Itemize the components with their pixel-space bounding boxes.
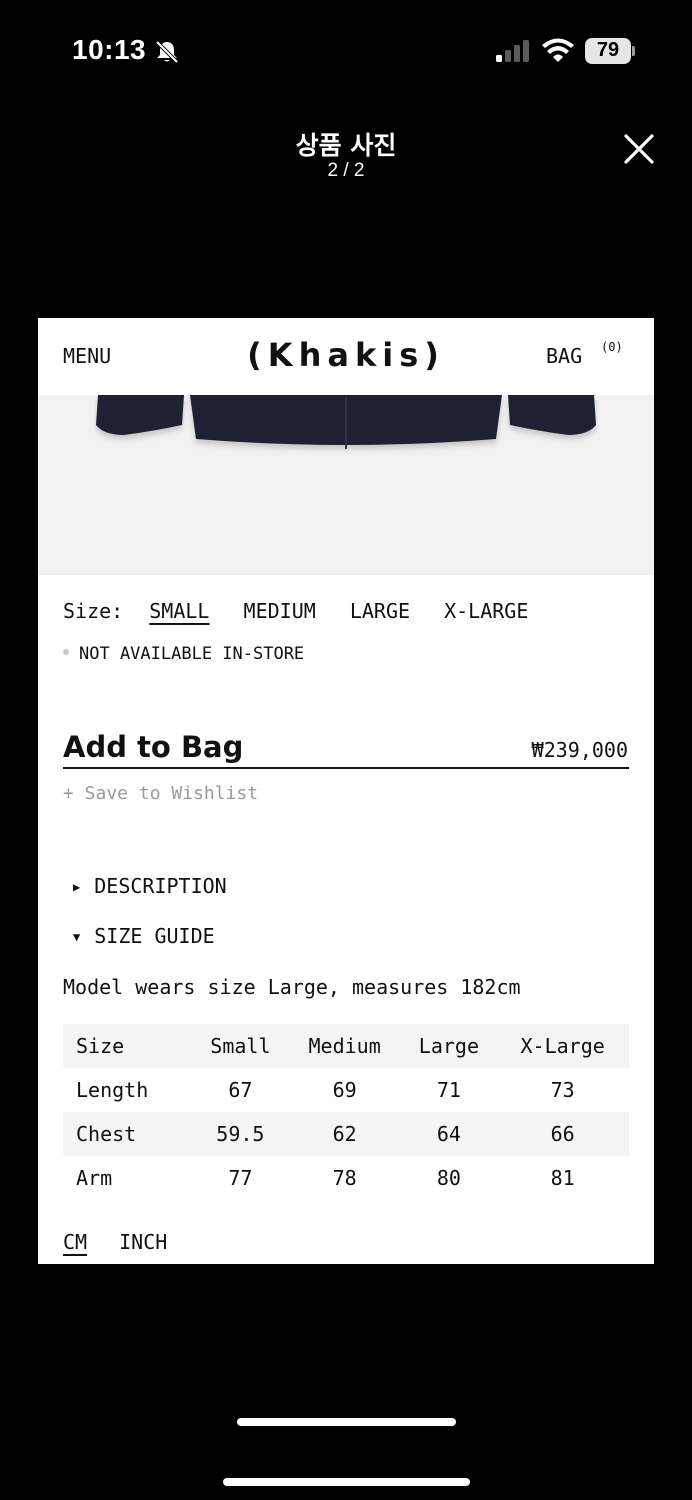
status-dot-icon [63, 649, 69, 655]
table-cell: 69 [332, 1078, 357, 1102]
table-cell: Arm [76, 1166, 113, 1190]
size-guide-table: Size Small Medium Large X-Large Length 6… [63, 1024, 629, 1200]
table-cell: 77 [228, 1166, 253, 1190]
table-header-cell: Medium [287, 1024, 402, 1068]
size-option-medium[interactable]: MEDIUM [244, 599, 316, 623]
viewer-title: 상품 사진 [295, 131, 397, 160]
caret-down-icon: ▼ [73, 930, 81, 944]
battery-tip [632, 46, 635, 56]
table-cell: 71 [436, 1078, 461, 1102]
table-cell: 64 [401, 1112, 497, 1156]
size-option-x-large[interactable]: X-LARGE [444, 599, 528, 623]
close-icon[interactable] [620, 130, 658, 168]
save-to-wishlist-link[interactable]: + Save to Wishlist [63, 783, 258, 804]
availability-note: NOT AVAILABLE IN-STORE [63, 644, 304, 664]
size-guide-toggle[interactable]: ▼ SIZE GUIDE [73, 924, 215, 948]
size-selector: Size: SMALL MEDIUM LARGE X-LARGE [63, 599, 550, 623]
photo-counter: 2 / 2 [327, 160, 365, 181]
viewer-scroll-indicator [237, 1418, 456, 1426]
table-cell: 59.5 [193, 1112, 288, 1156]
bag-link[interactable]: BAG [546, 344, 582, 368]
caret-right-icon: ▶ [73, 880, 81, 894]
bell-muted-icon [155, 40, 179, 64]
wifi-icon [542, 38, 574, 62]
size-guide-label: SIZE GUIDE [94, 924, 215, 948]
table-header-cell: Large [401, 1024, 497, 1068]
home-indicator[interactable] [223, 1478, 470, 1486]
unit-cm-button[interactable]: CM [63, 1230, 87, 1254]
availability-text: NOT AVAILABLE IN-STORE [79, 644, 305, 664]
table-cell: 80 [436, 1166, 461, 1190]
table-cell: Length [76, 1078, 149, 1102]
size-option-large[interactable]: LARGE [350, 599, 410, 623]
table-header-cell: Size [63, 1024, 193, 1068]
cellular-signal-icon [496, 40, 529, 62]
jacket-image [96, 395, 596, 449]
product-page-image[interactable]: MENU (Khakis) BAG (0) Size: SMALL MEDIUM… [38, 318, 654, 1264]
table-header-cell: X-Large [496, 1024, 629, 1068]
table-header-cell: Small [193, 1024, 288, 1068]
description-toggle[interactable]: ▶ DESCRIPTION [73, 874, 227, 898]
table-cell: 66 [496, 1112, 629, 1156]
bag-count: (0) [601, 340, 623, 354]
description-label: DESCRIPTION [94, 874, 227, 898]
table-row: Chest 59.5 62 64 66 [63, 1112, 629, 1156]
add-to-bag-button[interactable]: Add to Bag [63, 730, 243, 764]
table-header-row: Size Small Medium Large X-Large [63, 1024, 629, 1068]
table-cell: 73 [550, 1078, 575, 1102]
battery-level: 79 [596, 39, 620, 61]
size-option-small[interactable]: SMALL [149, 599, 209, 623]
product-photo [38, 395, 654, 575]
table-cell: 81 [550, 1166, 575, 1190]
divider [63, 767, 629, 769]
battery-indicator: 79 [585, 38, 635, 64]
table-cell: 78 [332, 1166, 357, 1190]
unit-inch-button[interactable]: INCH [119, 1230, 167, 1254]
size-label: Size: [63, 599, 124, 623]
table-row: Length 67 69 71 73 [63, 1068, 629, 1112]
unit-toggle: CM INCH [63, 1230, 187, 1254]
table-row: Arm 77 78 80 81 [63, 1156, 629, 1200]
model-note: Model wears size Large, measures 182cm [63, 975, 521, 999]
table-cell: Chest [63, 1112, 193, 1156]
table-cell: 67 [228, 1078, 253, 1102]
table-cell: 62 [287, 1112, 402, 1156]
price: ₩239,000 [531, 738, 628, 762]
status-time: 10:13 [72, 34, 147, 65]
